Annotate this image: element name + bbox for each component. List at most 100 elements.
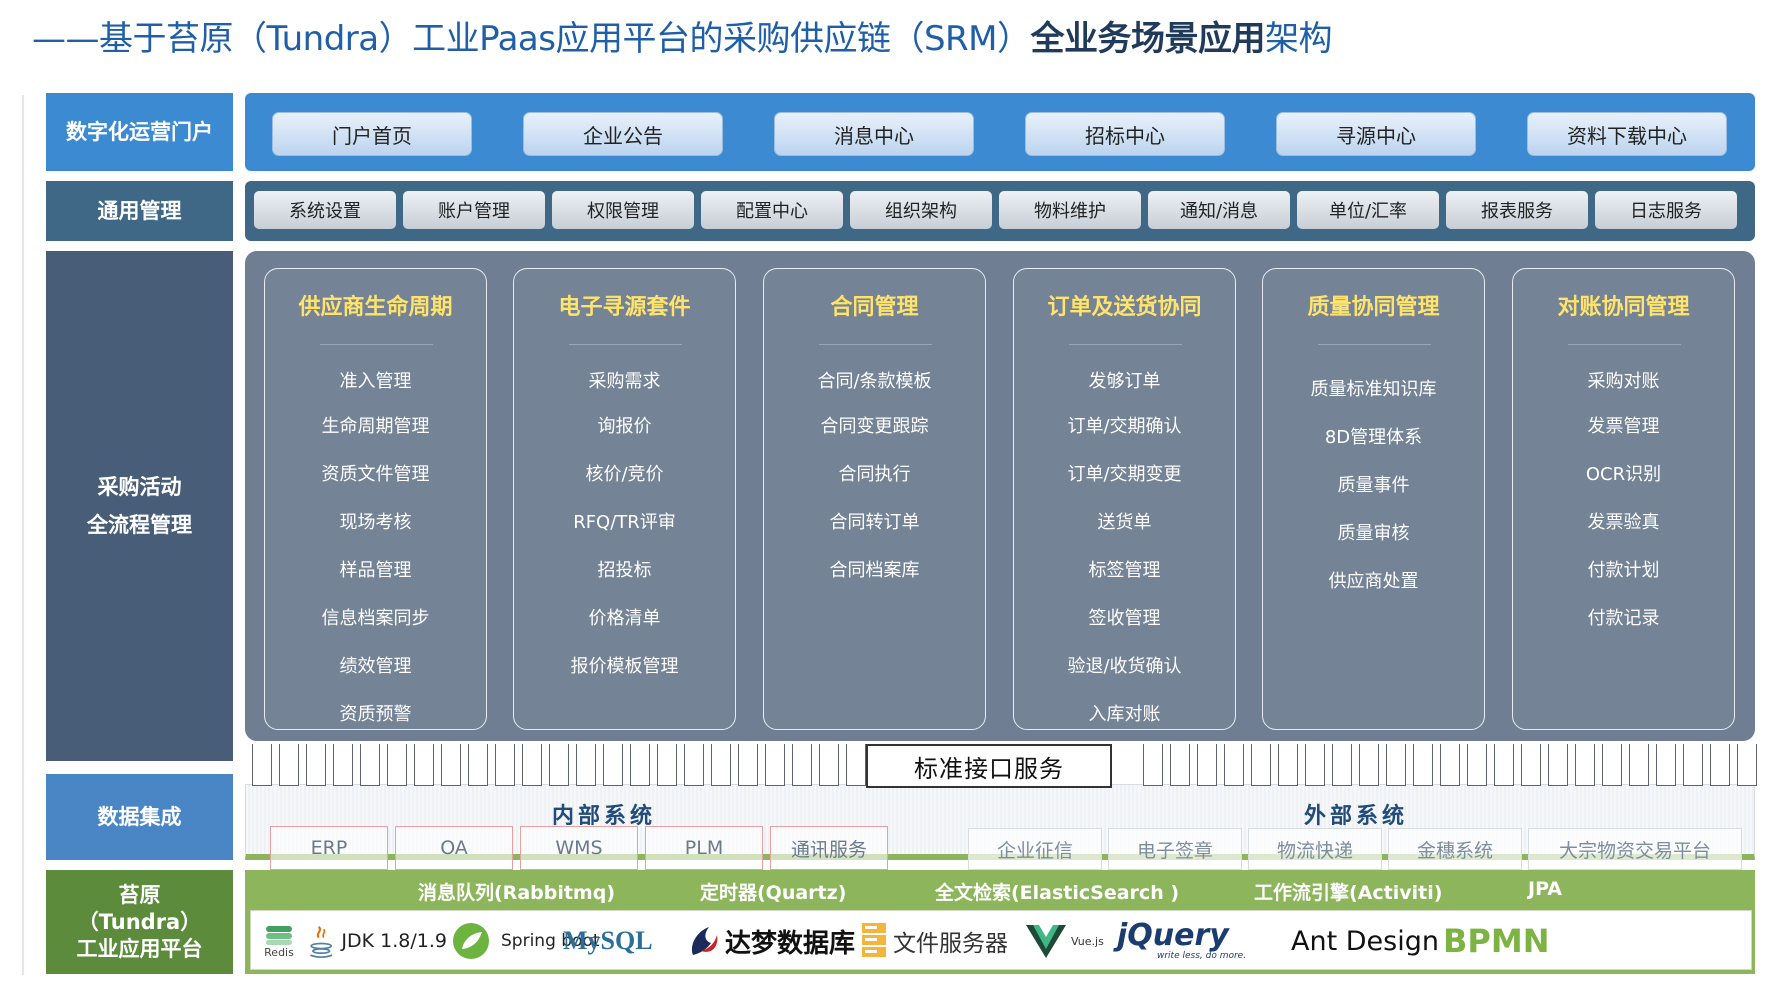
module-item[interactable]: 招投标 bbox=[514, 556, 735, 582]
internal-system-erp[interactable]: ERP bbox=[270, 826, 388, 870]
module-item[interactable]: 供应商处置 bbox=[1263, 567, 1484, 593]
module-item[interactable]: 合同档案库 bbox=[764, 556, 985, 582]
connector-pin bbox=[1656, 744, 1676, 786]
connector-pin bbox=[792, 744, 812, 786]
connector-pin bbox=[468, 744, 488, 786]
vue-logo: Vue.js bbox=[1025, 911, 1115, 971]
module-item[interactable]: 价格清单 bbox=[514, 604, 735, 630]
layer-label-procurement: 采购活动 全流程管理 bbox=[46, 251, 233, 761]
general-item[interactable]: 账户管理 bbox=[403, 191, 545, 229]
module-item[interactable]: 合同转订单 bbox=[764, 508, 985, 534]
module-item[interactable]: 标签管理 bbox=[1014, 556, 1235, 582]
module-item[interactable]: 入库对账 bbox=[1014, 700, 1235, 726]
internal-system-wms[interactable]: WMS bbox=[520, 826, 638, 870]
module-item[interactable]: 核价/竞价 bbox=[514, 460, 735, 486]
module-item[interactable]: 现场考核 bbox=[265, 508, 486, 534]
module-card-quality[interactable]: 质量协同管理 质量标准知识库 8D管理体系 质量事件 质量审核 供应商处置 bbox=[1262, 268, 1485, 730]
connector-pin bbox=[495, 744, 515, 786]
module-item[interactable]: 报价模板管理 bbox=[514, 652, 735, 678]
module-item[interactable]: 采购对账 bbox=[1513, 367, 1734, 393]
module-item[interactable]: 发票验真 bbox=[1513, 508, 1734, 534]
external-system-logistics[interactable]: 物流快递 bbox=[1248, 828, 1382, 870]
module-item[interactable]: 准入管理 bbox=[265, 367, 486, 393]
connector-pin bbox=[1440, 744, 1460, 786]
general-item[interactable]: 单位/汇率 bbox=[1297, 191, 1439, 229]
module-item[interactable]: 合同/条款模板 bbox=[764, 367, 985, 393]
general-item[interactable]: 组织架构 bbox=[850, 191, 992, 229]
general-item[interactable]: 通知/消息 bbox=[1148, 191, 1290, 229]
module-item[interactable]: 合同变更跟踪 bbox=[764, 412, 985, 438]
external-system-esign[interactable]: 电子签章 bbox=[1108, 828, 1242, 870]
module-card-supplier[interactable]: 供应商生命周期 准入管理 生命周期管理 资质文件管理 现场考核 样品管理 信息档… bbox=[264, 268, 487, 730]
general-item[interactable]: 配置中心 bbox=[701, 191, 843, 229]
module-item[interactable]: 8D管理体系 bbox=[1263, 423, 1484, 449]
module-title: 供应商生命周期 bbox=[298, 295, 453, 320]
module-item[interactable]: 订单/交期确认 bbox=[1014, 412, 1235, 438]
module-item[interactable]: 验退/收货确认 bbox=[1014, 652, 1235, 678]
module-item[interactable]: 订单/交期变更 bbox=[1014, 460, 1235, 486]
module-item[interactable]: OCR识别 bbox=[1513, 460, 1734, 486]
connector-pin bbox=[1710, 744, 1730, 786]
module-item[interactable]: 送货单 bbox=[1014, 508, 1235, 534]
portal-item[interactable]: 企业公告 bbox=[523, 112, 723, 156]
connector-pin bbox=[630, 744, 650, 786]
redis-label: Redis bbox=[264, 945, 294, 959]
mysql-label: MySQL bbox=[563, 926, 653, 955]
platform-header: JPA bbox=[1528, 878, 1562, 900]
internal-system-plm[interactable]: PLM bbox=[645, 826, 763, 870]
module-item[interactable]: RFQ/TR评审 bbox=[514, 508, 735, 534]
module-item[interactable]: 生命周期管理 bbox=[265, 412, 486, 438]
dameng-logo: 达梦数据库 bbox=[687, 911, 857, 971]
portal-item[interactable]: 消息中心 bbox=[774, 112, 974, 156]
module-item[interactable]: 质量事件 bbox=[1263, 471, 1484, 497]
module-item[interactable]: 信息档案同步 bbox=[265, 604, 486, 630]
module-item[interactable]: 资质文件管理 bbox=[265, 460, 486, 486]
api-service-box[interactable]: 标准接口服务 bbox=[866, 744, 1112, 788]
general-item[interactable]: 系统设置 bbox=[254, 191, 396, 229]
file-server-icon bbox=[862, 923, 886, 957]
internal-system-oa[interactable]: OA bbox=[395, 826, 513, 870]
general-item[interactable]: 日志服务 bbox=[1595, 191, 1737, 229]
connector-pin bbox=[1251, 744, 1271, 786]
module-card-contract[interactable]: 合同管理 合同/条款模板 合同变更跟踪 合同执行 合同转订单 合同档案库 bbox=[763, 268, 986, 730]
module-item[interactable]: 签收管理 bbox=[1014, 604, 1235, 630]
module-item[interactable]: 发票管理 bbox=[1513, 412, 1734, 438]
external-system-tax[interactable]: 金穗系统 bbox=[1388, 828, 1522, 870]
module-item[interactable]: 发够订单 bbox=[1014, 367, 1235, 393]
redis-icon bbox=[266, 925, 292, 945]
external-system-credit[interactable]: 企业征信 bbox=[968, 828, 1102, 870]
connector-pin bbox=[1467, 744, 1487, 786]
general-item[interactable]: 权限管理 bbox=[552, 191, 694, 229]
module-title: 电子寻源套件 bbox=[558, 295, 691, 320]
connector-pin bbox=[1197, 744, 1217, 786]
general-item[interactable]: 物料维护 bbox=[999, 191, 1141, 229]
module-item[interactable]: 付款计划 bbox=[1513, 556, 1734, 582]
portal-item[interactable]: 门户首页 bbox=[272, 112, 472, 156]
module-item[interactable]: 质量标准知识库 bbox=[1263, 375, 1484, 401]
portal-item[interactable]: 招标中心 bbox=[1025, 112, 1225, 156]
connector-pin bbox=[765, 744, 785, 786]
connector-pin bbox=[1413, 744, 1433, 786]
vue-label: Vue.js bbox=[1071, 934, 1104, 948]
module-item[interactable]: 绩效管理 bbox=[265, 652, 486, 678]
internal-system-messaging[interactable]: 通讯服务 bbox=[770, 826, 888, 870]
module-item[interactable]: 付款记录 bbox=[1513, 604, 1734, 630]
module-item[interactable]: 资质预警 bbox=[265, 700, 486, 726]
portal-item[interactable]: 寻源中心 bbox=[1276, 112, 1476, 156]
module-card-sourcing[interactable]: 电子寻源套件 采购需求 询报价 核价/竞价 RFQ/TR评审 招投标 价格清单 … bbox=[513, 268, 736, 730]
connector-pin bbox=[1278, 744, 1298, 786]
connector-pin bbox=[819, 744, 839, 786]
portal-item[interactable]: 资料下载中心 bbox=[1527, 112, 1727, 156]
module-item[interactable]: 合同执行 bbox=[764, 460, 985, 486]
module-item[interactable]: 询报价 bbox=[514, 412, 735, 438]
external-system-commodity[interactable]: 大宗物资交易平台 bbox=[1528, 828, 1742, 870]
dameng-label: 达梦数据库 bbox=[725, 928, 856, 959]
module-card-order[interactable]: 订单及送货协同 发够订单 订单/交期确认 订单/交期变更 送货单 标签管理 签收… bbox=[1013, 268, 1236, 730]
general-item[interactable]: 报表服务 bbox=[1446, 191, 1588, 229]
connector-pin bbox=[1332, 744, 1352, 786]
module-card-reconciliation[interactable]: 对账协同管理 采购对账 发票管理 OCR识别 发票验真 付款计划 付款记录 bbox=[1512, 268, 1735, 730]
module-item[interactable]: 质量审核 bbox=[1263, 519, 1484, 545]
module-item[interactable]: 采购需求 bbox=[514, 367, 735, 393]
connector-pin bbox=[1305, 744, 1325, 786]
module-item[interactable]: 样品管理 bbox=[265, 556, 486, 582]
